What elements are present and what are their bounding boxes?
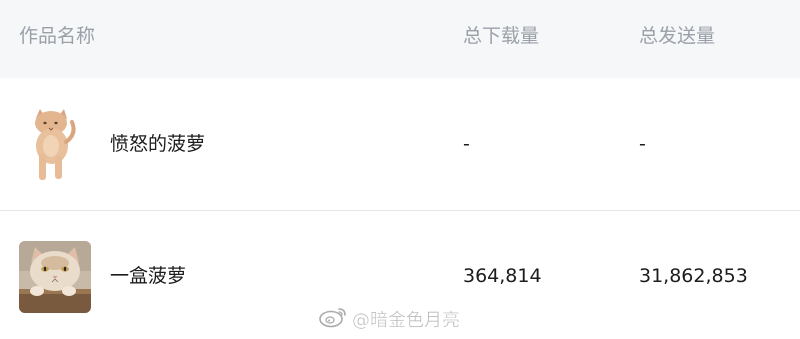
cat-in-box-icon[interactable] xyxy=(19,241,91,313)
watermark: @暗金色月亮 xyxy=(318,306,460,332)
column-header-downloads[interactable]: 总下载量 xyxy=(463,23,539,49)
stickers-table: 作品名称 总下载量 总发送量 愤怒的菠萝 - - 一盒菠萝 364,814 31… xyxy=(0,0,800,339)
sticker-name: 一盒菠萝 xyxy=(110,265,187,287)
watermark-text: @暗金色月亮 xyxy=(352,310,461,332)
send-count: 31,862,853 xyxy=(639,265,748,287)
download-count: - xyxy=(463,133,470,155)
column-header-sends[interactable]: 总发送量 xyxy=(639,23,715,49)
weibo-logo-icon xyxy=(318,306,348,333)
sticker-name: 愤怒的菠萝 xyxy=(110,133,206,155)
column-header-name[interactable]: 作品名称 xyxy=(19,23,95,49)
send-count: - xyxy=(639,133,646,155)
download-count: 364,814 xyxy=(463,265,542,287)
table-header: 作品名称 总下载量 总发送量 xyxy=(0,0,800,78)
table-row[interactable]: 愤怒的菠萝 - - xyxy=(0,78,800,210)
standing-orange-cat-icon[interactable] xyxy=(22,108,78,182)
